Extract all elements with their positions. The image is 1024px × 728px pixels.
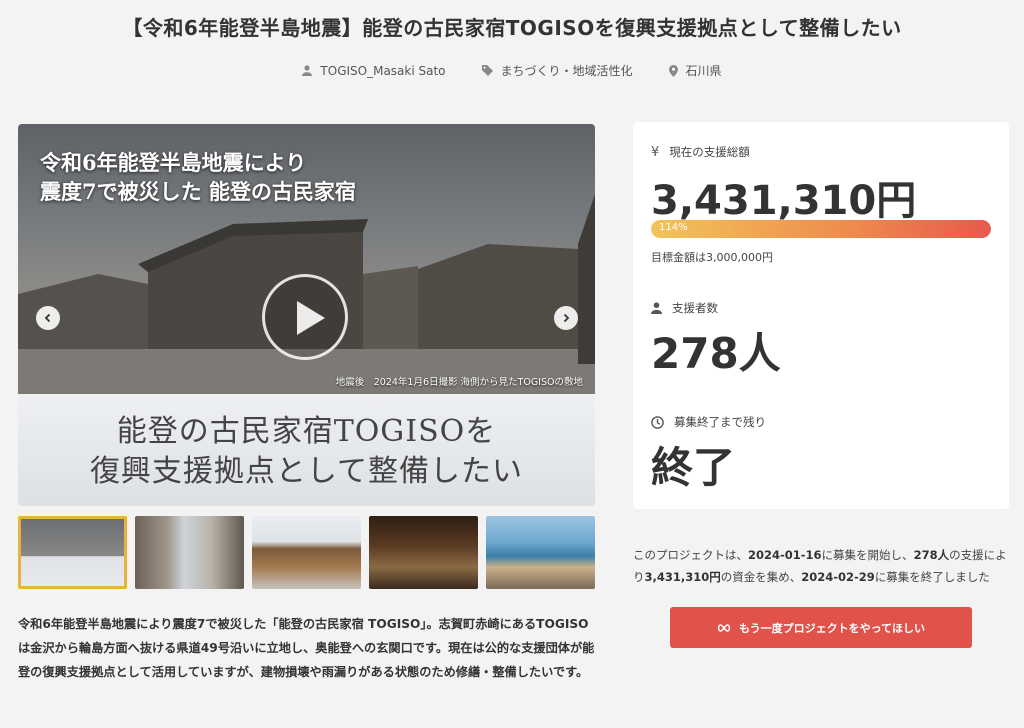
carousel-next-button[interactable] bbox=[554, 306, 578, 330]
owner-link[interactable]: TOGISO_Masaki Sato bbox=[302, 62, 446, 79]
supporters-label-row: 支援者数 bbox=[651, 300, 718, 316]
amount-value: 3,431,310円 bbox=[651, 178, 917, 224]
supporters-label: 支援者数 bbox=[672, 301, 718, 315]
supporters-value: 278人 bbox=[651, 329, 781, 378]
request-again-label: もう一度プロジェクトをやってほしい bbox=[738, 621, 926, 635]
summary-start-date: 2024-01-16 bbox=[748, 548, 822, 562]
stats-panel: ¥ 現在の支援総額 3,431,310円 114% 目標金額は3,000,000… bbox=[633, 122, 1009, 509]
play-video-button[interactable] bbox=[262, 274, 348, 360]
main-visual[interactable]: 令和6年能登半島地震により 震度7で被災した 能登の古民家宿 地震後 2024年… bbox=[18, 124, 595, 506]
project-meta: TOGISO_Masaki Sato まちづくり・地域活性化 石川県 bbox=[0, 62, 1024, 79]
location-name: 石川県 bbox=[685, 64, 722, 78]
page-title: 【令和6年能登半島地震】能登の古民家宿TOGISOを復興支援拠点として整備したい bbox=[122, 16, 902, 40]
category-link[interactable]: まちづくり・地域活性化 bbox=[481, 62, 633, 79]
request-again-button[interactable]: もう一度プロジェクトをやってほしい bbox=[670, 607, 972, 648]
carousel-prev-button[interactable] bbox=[36, 306, 60, 330]
hero-heading: 令和6年能登半島地震により 震度7で被災した 能登の古民家宿 bbox=[40, 150, 356, 204]
thumbnail-strip bbox=[18, 516, 595, 589]
chevron-right-icon bbox=[563, 313, 570, 323]
tag-icon bbox=[481, 65, 493, 76]
summary-text-4: の資金を集め、 bbox=[720, 570, 802, 584]
user-icon bbox=[302, 65, 313, 76]
project-description: 令和6年能登半島地震により震度7で被災した「能登の古民家宿 TOGISO」。志賀… bbox=[18, 617, 595, 679]
progress-bar: 114% bbox=[651, 220, 991, 238]
clock-icon bbox=[651, 415, 664, 429]
chevron-left-icon bbox=[44, 313, 51, 323]
thumbnail-3[interactable] bbox=[252, 516, 361, 589]
category-name: まちづくり・地域活性化 bbox=[500, 64, 633, 78]
summary-end-date: 2024-02-29 bbox=[801, 570, 875, 584]
summary-text-2: に募集を開始し、 bbox=[821, 548, 914, 562]
summary-supporter-count: 278人 bbox=[913, 548, 950, 562]
funding-summary: このプロジェクトは、2024-01-16に募集を開始し、278人の支援により3,… bbox=[633, 544, 1013, 588]
thumbnail-5[interactable] bbox=[486, 516, 595, 589]
location-link[interactable]: 石川県 bbox=[668, 62, 722, 79]
progress-bar-fill bbox=[651, 220, 991, 238]
summary-text-5: に募集を終了しました bbox=[874, 570, 990, 584]
infinity-icon bbox=[717, 623, 731, 632]
summary-text-1: このプロジェクトは、 bbox=[633, 548, 748, 562]
amount-label-row: ¥ 現在の支援総額 bbox=[651, 144, 750, 160]
goal-text: 目標金額は3,000,000円 bbox=[651, 251, 773, 264]
remaining-label: 募集終了まで残り bbox=[674, 415, 766, 429]
yen-icon: ¥ bbox=[651, 144, 660, 160]
hero-subheading: 能登の古民家宿TOGISOを 復興支援拠点として整備したい bbox=[89, 414, 524, 489]
map-pin-icon bbox=[668, 64, 678, 77]
thumbnail-1[interactable] bbox=[18, 516, 127, 589]
remaining-label-row: 募集終了まで残り bbox=[651, 414, 766, 430]
owner-name: TOGISO_Masaki Sato bbox=[320, 63, 446, 78]
user-icon bbox=[651, 302, 662, 314]
remaining-value: 終了 bbox=[651, 443, 736, 492]
photo-caption: 地震後 2024年1月6日撮影 海側から見たTOGISOの敷地 bbox=[335, 377, 583, 388]
progress-label: 114% bbox=[659, 222, 688, 233]
thumbnail-2[interactable] bbox=[135, 516, 244, 589]
thumbnail-4[interactable] bbox=[369, 516, 478, 589]
amount-label: 現在の支援総額 bbox=[669, 145, 750, 159]
summary-amount: 3,431,310円 bbox=[644, 570, 721, 584]
